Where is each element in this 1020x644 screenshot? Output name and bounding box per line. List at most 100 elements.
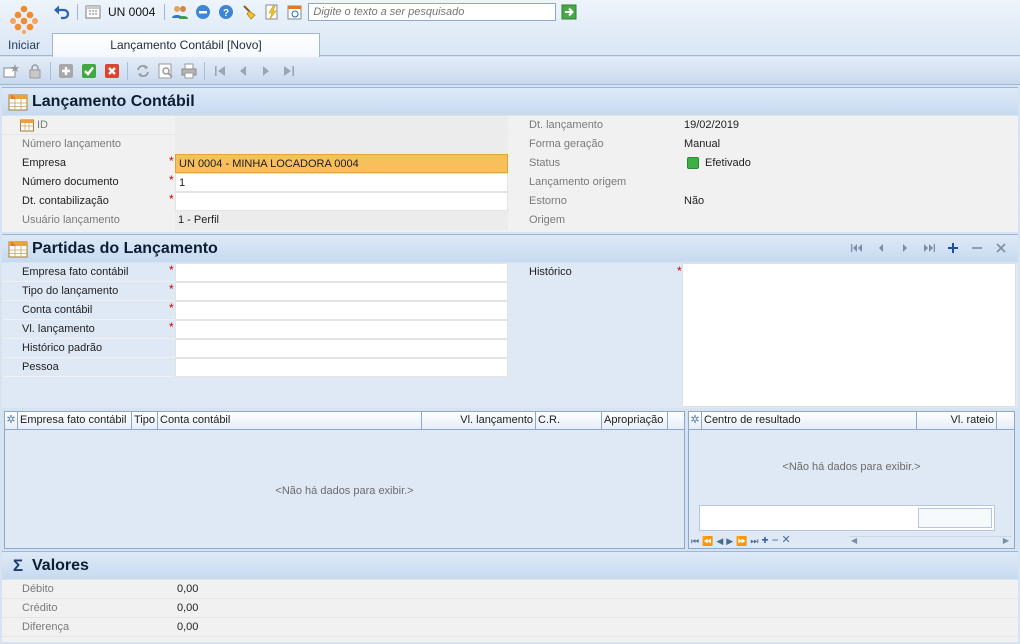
valores-form: Débito 0,00 Crédito 0,00 Diferença 0,00 [2,580,1018,642]
scroll-left-icon[interactable]: ◀ [851,536,857,545]
undo-icon[interactable] [52,2,72,22]
field-label: Vl. lançamento [22,323,95,335]
first-record-icon[interactable] [210,61,230,81]
go-search-icon[interactable] [559,2,579,22]
historico-textarea[interactable] [682,263,1016,407]
confirm-icon[interactable] [79,61,99,81]
status-field: Efetivado [681,154,1016,173]
horizontal-scrollbar[interactable]: ◀ ▶ [849,536,1011,546]
cr-total-cell [918,508,992,528]
field-label: Status [529,157,561,169]
empresa-fato-contabil-field[interactable] [175,263,508,282]
add-record-icon[interactable]: + [762,534,769,547]
start-logo-icon [10,5,38,34]
status-green-indicator-icon [687,157,699,169]
cr-totals-row [699,505,995,531]
scroll-right-icon[interactable]: ▶ [1003,536,1009,545]
field-label: Número documento [22,176,119,188]
broom-icon[interactable] [239,2,259,22]
next-page-icon[interactable]: ⏩ [736,536,747,547]
action-toolbar [0,57,1020,85]
add-icon[interactable] [56,61,76,81]
cr-navigator: ⏮ ⏪ ◀ ▶ ⏩ ⏭ + − ✕ [691,534,791,547]
id-field [175,116,508,135]
cancel-icon[interactable] [102,61,122,81]
column-header[interactable]: C.R. [536,412,602,430]
numero-lancamento-field [175,135,508,154]
conta-contabil-field[interactable] [175,301,508,320]
column-chooser-icon[interactable]: ✲ [5,412,18,430]
required-marker: * [169,301,174,315]
column-header[interactable]: Vl. rateio [917,412,997,430]
start-button[interactable]: Iniciar [0,0,48,56]
previous-record-icon[interactable] [874,241,888,255]
field-label: Pessoa [22,361,59,373]
field-label: Empresa fato contábil [22,266,129,278]
required-marker: * [677,264,682,278]
forma-geracao-field: Manual [684,138,721,150]
delete-record-icon[interactable] [994,241,1008,255]
business-unit-label[interactable]: UN 0004 [108,5,155,19]
tab-lancamento-contabil[interactable]: Lançamento Contábil [Novo] [52,33,320,57]
dt-contabilizacao-field[interactable] [175,192,508,211]
next-record-icon[interactable] [256,61,276,81]
field-label: Histórico padrão [22,342,103,354]
pessoa-field[interactable] [175,358,508,377]
field-label: Dt. lançamento [529,119,603,131]
column-chooser-icon[interactable]: ✲ [689,412,702,430]
print-icon[interactable] [179,61,199,81]
field-label: Tipo do lançamento [22,285,119,297]
status-value: Efetivado [705,157,751,169]
search-input[interactable] [308,3,557,21]
next-record-icon[interactable]: ▶ [726,536,733,547]
column-header[interactable]: Apropriação [602,412,668,430]
calendar-unit-icon[interactable] [83,2,103,22]
lightning-note-icon[interactable] [262,2,282,22]
column-header[interactable]: Centro de resultado [702,412,917,430]
last-record-icon[interactable] [922,241,936,255]
previous-record-icon[interactable] [233,61,253,81]
add-record-icon[interactable] [946,241,960,255]
separator [164,4,166,20]
previous-record-icon[interactable]: ◀ [716,536,723,547]
new-record-icon[interactable] [2,61,22,81]
remove-record-icon[interactable]: − [772,534,779,547]
column-header[interactable]: Vl. lançamento [422,412,536,430]
historico-padrao-field[interactable] [175,339,508,358]
refresh-icon[interactable] [133,61,153,81]
remove-record-icon[interactable] [970,241,984,255]
preview-icon[interactable] [156,61,176,81]
section-title: Valores [32,556,89,574]
tipo-lancamento-field[interactable] [175,282,508,301]
section-title: Lançamento Contábil [32,92,195,110]
column-header[interactable]: Tipo [132,412,158,430]
table-icon [7,91,29,113]
next-record-icon[interactable] [898,241,912,255]
calendar-clock-icon[interactable] [285,2,305,22]
separator [77,4,78,20]
first-record-icon[interactable] [850,241,864,255]
first-page-icon[interactable]: ⏮ [691,536,699,547]
numero-documento-field[interactable]: 1 [175,173,508,192]
last-page-icon[interactable]: ⏭ [750,536,758,547]
previous-page-icon[interactable]: ⏪ [702,536,713,547]
origem-field [681,211,1016,230]
column-header[interactable]: Empresa fato contábil [18,412,132,430]
column-header[interactable]: Conta contábil [158,412,422,430]
lancamento-section-header: Lançamento Contábil [2,87,1018,115]
empresa-field[interactable]: UN 0004 - MINHA LOCADORA 0004 [175,154,508,173]
delete-record-icon[interactable]: ✕ [782,534,791,547]
users-icon[interactable] [170,2,190,22]
required-marker: * [169,263,174,277]
field-label: Forma geração [529,138,604,150]
vl-lancamento-field[interactable] [175,320,508,339]
help-icon[interactable]: ? [216,2,236,22]
last-record-icon[interactable] [279,61,299,81]
lock-icon[interactable] [25,61,45,81]
field-label: ID [37,119,48,131]
required-marker: * [169,154,174,168]
minimize-window-icon[interactable] [193,2,213,22]
field-label: Diferença [22,621,70,633]
field-label: Origem [529,214,566,226]
valores-row-diferenca: Diferença 0,00 [2,618,1018,637]
